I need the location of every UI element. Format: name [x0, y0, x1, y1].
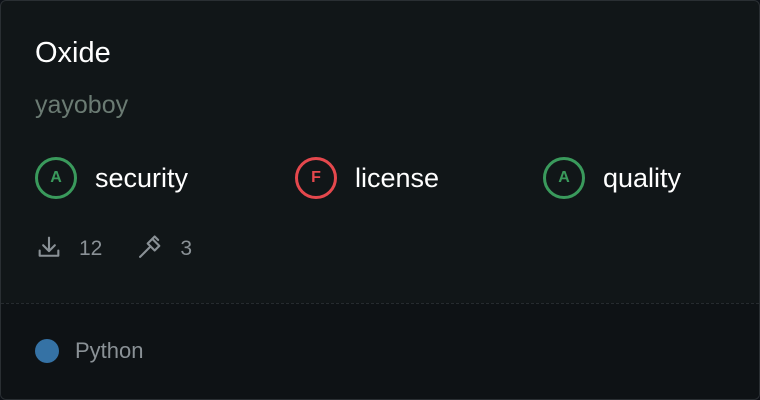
language-name: Python	[75, 338, 144, 363]
language-indicator: Python	[35, 338, 144, 364]
download-icon	[35, 233, 63, 266]
grade-badge-quality: A	[543, 157, 585, 199]
grade-badge-license: F	[295, 157, 337, 199]
card-footer: Python	[1, 303, 759, 399]
repo-name[interactable]: Oxide	[35, 35, 111, 71]
repo-owner[interactable]: yayoboy	[35, 89, 128, 121]
grade-security: A security	[35, 156, 188, 200]
hammer-icon	[136, 233, 164, 266]
builds-stat: 3	[136, 233, 192, 266]
language-color-dot	[35, 339, 59, 363]
grade-license: F license	[295, 156, 439, 200]
grade-badge-security: A	[35, 157, 77, 199]
grade-quality: A quality	[543, 156, 681, 200]
repo-stats: 12 3	[35, 233, 226, 265]
downloads-stat: 12	[35, 233, 102, 266]
builds-count: 3	[180, 237, 193, 260]
grade-label-security: security	[95, 162, 189, 193]
downloads-count: 12	[79, 237, 103, 260]
repo-card[interactable]: Oxide yayoboy A security F license A qua…	[0, 0, 760, 400]
grade-label-quality: quality	[603, 162, 682, 193]
grade-label-license: license	[355, 162, 440, 193]
